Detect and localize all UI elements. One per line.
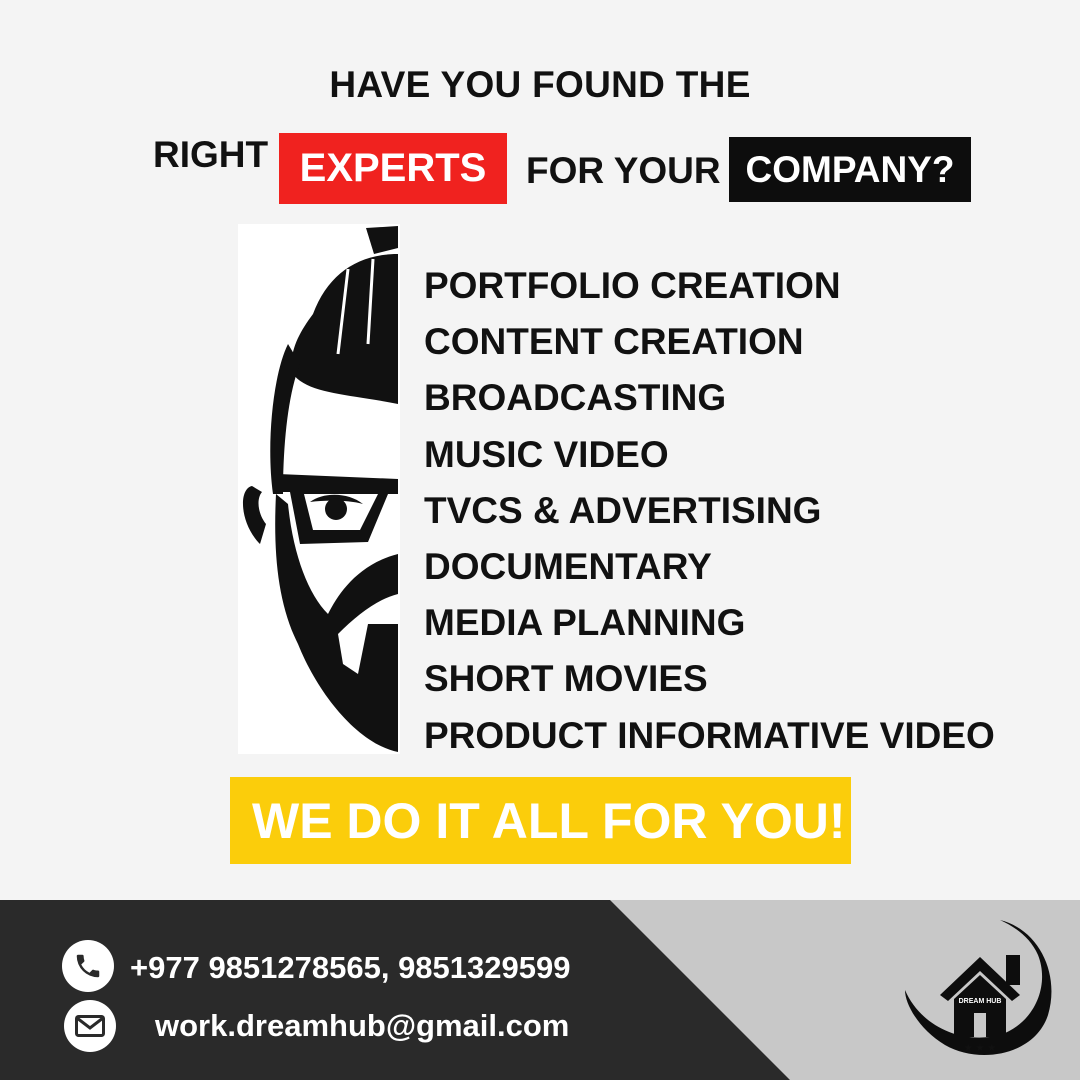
service-item: DOCUMENTARY (424, 546, 712, 588)
bearded-man-illustration (238, 224, 400, 754)
service-item: PRODUCT INFORMATIVE VIDEO (424, 714, 995, 756)
service-item: BROADCASTING (424, 377, 727, 419)
logo-text: DREAM HUB (959, 998, 1002, 1005)
headline-right: RIGHT (153, 134, 269, 175)
logo-stars-icon: ★ ★ ★ (964, 1043, 996, 1054)
email-icon (64, 1000, 116, 1052)
email-address[interactable]: work.dreamhub@gmail.com (155, 1008, 569, 1044)
footer: +977 9851278565, 9851329599 work.dreamhu… (0, 900, 1080, 1080)
services-list: PORTFOLIO CREATION CONTENT CREATION BROA… (424, 258, 995, 764)
service-item: MEDIA PLANNING (424, 602, 746, 644)
service-item: TVCS & ADVERTISING (424, 489, 822, 531)
headline-for-your: FOR YOUR (526, 150, 721, 191)
service-item: PORTFOLIO CREATION (424, 265, 841, 306)
cta-banner: WE DO IT ALL FOR YOU! (230, 777, 851, 864)
dream-hub-logo: DREAM HUB ★ ★ ★ (905, 920, 1052, 1055)
experts-highlight: EXPERTS (279, 133, 507, 204)
phone-numbers[interactable]: +977 9851278565, 9851329599 (130, 950, 570, 986)
headline-line1: HAVE YOU FOUND THE (329, 64, 751, 105)
company-highlight: COMPANY? (729, 137, 971, 202)
service-item: SHORT MOVIES (424, 658, 708, 700)
service-item: MUSIC VIDEO (424, 433, 669, 475)
service-item: CONTENT CREATION (424, 321, 804, 363)
phone-icon (62, 940, 114, 992)
